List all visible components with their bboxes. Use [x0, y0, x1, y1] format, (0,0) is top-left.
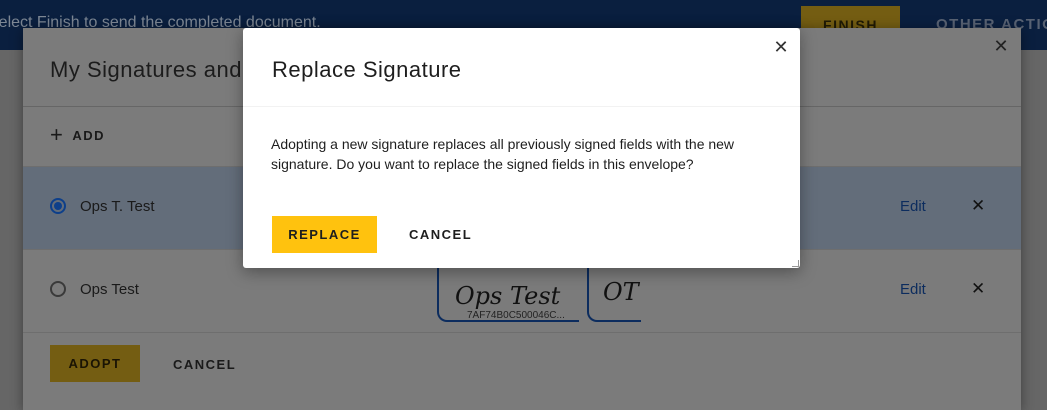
signature-name: Ops Test: [80, 281, 139, 298]
close-icon[interactable]: ✕: [992, 37, 1010, 55]
divider: [243, 106, 800, 107]
replace-button[interactable]: REPLACE: [272, 216, 377, 253]
divider: [23, 332, 1021, 333]
initials-preview: OT: [587, 268, 641, 322]
add-signature-button[interactable]: + ADD: [50, 124, 105, 146]
resize-handle[interactable]: [792, 260, 799, 267]
edit-link[interactable]: Edit: [900, 281, 926, 298]
delete-icon[interactable]: ✕: [971, 196, 985, 216]
signature-script: Ops Test: [455, 282, 561, 310]
signature-preview: Ops Test 7AF74B0C500046C...: [437, 268, 579, 322]
dialog-message: Adopting a new signature replaces all pr…: [271, 136, 735, 172]
close-icon[interactable]: ✕: [772, 38, 790, 56]
signature-radio[interactable]: [50, 281, 66, 297]
signature-radio[interactable]: [50, 198, 66, 214]
dialog-title: Replace Signature: [272, 57, 462, 82]
plus-icon: +: [50, 122, 65, 147]
signatures-cancel-button[interactable]: CANCEL: [173, 357, 236, 372]
edit-link[interactable]: Edit: [900, 198, 926, 215]
adopt-button[interactable]: ADOPT: [50, 345, 140, 382]
add-label: ADD: [72, 127, 106, 143]
delete-icon[interactable]: ✕: [971, 279, 985, 299]
cancel-button[interactable]: CANCEL: [403, 216, 478, 253]
signature-id: 7AF74B0C500046C...: [467, 310, 565, 321]
initials-script: OT: [603, 278, 639, 306]
replace-signature-dialog: Replace Signature ✕ Adopting a new signa…: [243, 28, 800, 268]
signature-name: Ops T. Test: [80, 198, 155, 215]
